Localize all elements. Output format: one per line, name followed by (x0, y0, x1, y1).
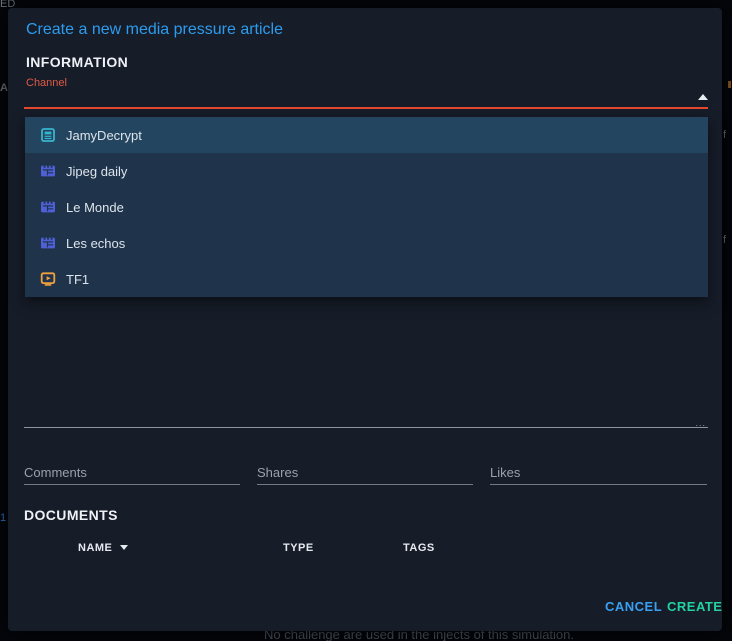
sort-descending-icon (120, 545, 128, 550)
newspaper-icon (40, 163, 56, 179)
channel-option-label: Jipeg daily (66, 164, 127, 179)
create-article-dialog: Create a new media pressure article INFO… (8, 8, 722, 631)
table-header-name-label: NAME (78, 542, 112, 554)
newspaper-icon (40, 199, 56, 215)
channel-option-label: JamyDecrypt (66, 128, 142, 143)
table-header-type[interactable]: TYPE (283, 542, 314, 554)
information-heading: INFORMATION (26, 54, 128, 70)
documents-heading: DOCUMENTS (24, 507, 118, 523)
channel-option-label: Les echos (66, 236, 125, 251)
channel-option-le-monde[interactable]: Le Monde (25, 189, 708, 225)
create-button[interactable]: CREATE (659, 593, 730, 620)
newspaper-icon (40, 235, 56, 251)
channel-select[interactable] (24, 86, 708, 109)
tv-play-icon (40, 271, 56, 287)
likes-placeholder: Likes (490, 465, 520, 480)
channel-option-tf1[interactable]: TF1 (25, 261, 708, 297)
comments-placeholder: Comments (24, 465, 87, 480)
table-header-name[interactable]: NAME (78, 542, 128, 554)
channel-dropdown: JamyDecrypt Jipeg daily (25, 117, 708, 297)
background-color-fragment (728, 81, 731, 88)
channel-option-label: TF1 (66, 272, 89, 287)
dialog-title: Create a new media pressure article (26, 21, 283, 39)
chevron-up-icon (698, 94, 708, 100)
channel-option-les-echos[interactable]: Les echos (25, 225, 708, 261)
shares-input[interactable]: Shares (257, 458, 473, 485)
table-header-tags[interactable]: TAGS (403, 542, 435, 554)
resize-grip-icon[interactable]: ... (695, 420, 706, 426)
article-content-textarea[interactable]: ... (24, 388, 708, 428)
background-text-fragment: f (723, 129, 726, 141)
background-text-fragment: f (723, 234, 726, 246)
channel-option-jamydecrypt[interactable]: JamyDecrypt (25, 117, 708, 153)
comments-input[interactable]: Comments (24, 458, 240, 485)
background-text-fragment: 1 (0, 512, 6, 524)
channel-option-label: Le Monde (66, 200, 124, 215)
article-icon (40, 127, 56, 143)
likes-input[interactable]: Likes (490, 458, 707, 485)
shares-placeholder: Shares (257, 465, 298, 480)
screen: ED AE 1 f f No challenge are used in the… (0, 0, 732, 641)
channel-option-jipeg-daily[interactable]: Jipeg daily (25, 153, 708, 189)
